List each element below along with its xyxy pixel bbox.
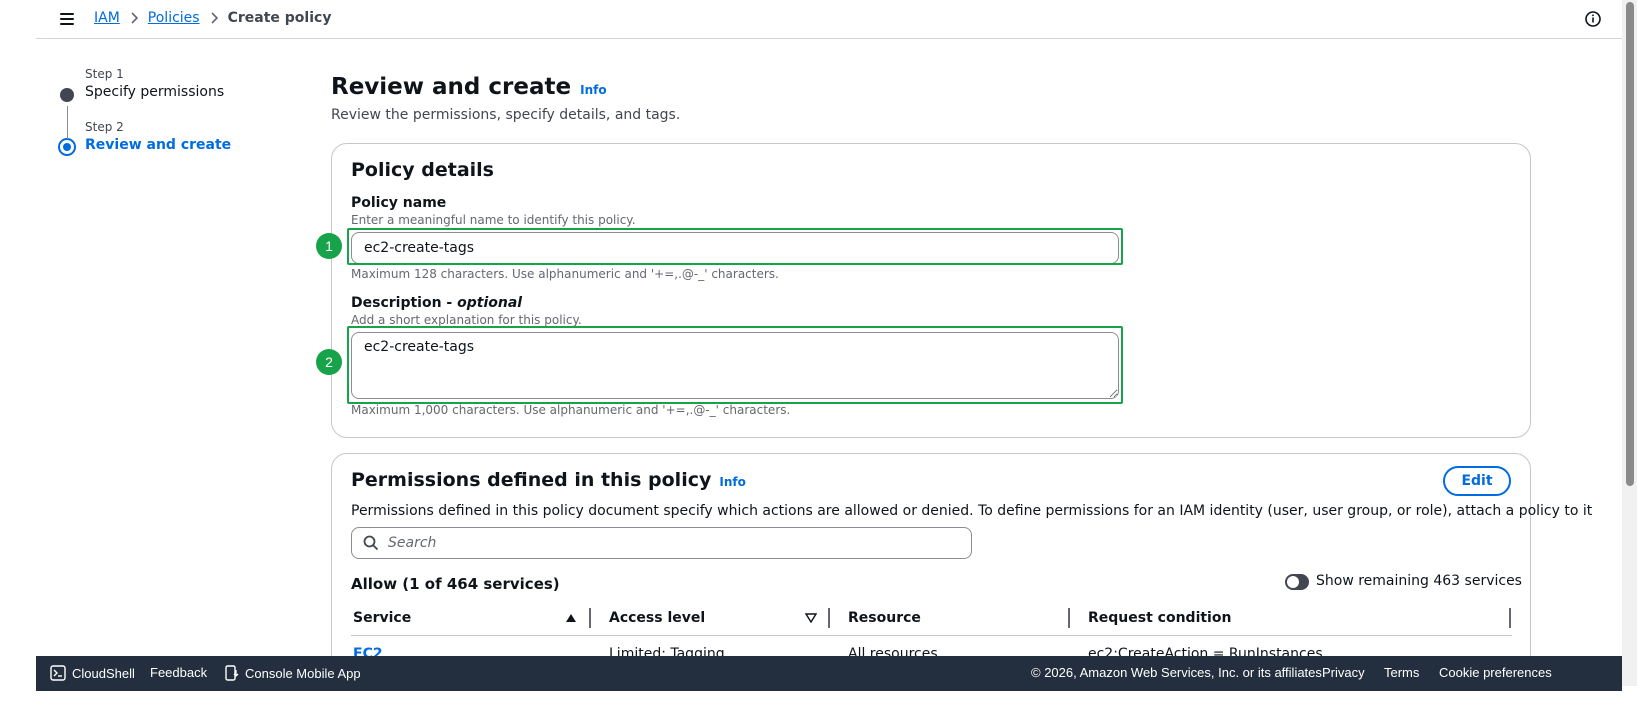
search-input[interactable]	[388, 529, 958, 557]
breadcrumb-iam[interactable]: IAM	[94, 10, 120, 26]
permissions-description: Permissions defined in this policy docum…	[351, 503, 1593, 519]
page-subtitle: Review the permissions, specify details,…	[331, 107, 681, 123]
highlight-policy-name	[347, 228, 1123, 265]
column-service[interactable]: Service	[353, 610, 411, 626]
description-help: Add a short explanation for this policy.	[351, 313, 582, 327]
copyright-text: © 2026, Amazon Web Services, Inc. or its…	[1031, 665, 1326, 680]
hamburger-menu-icon[interactable]	[58, 9, 78, 29]
cloudshell-label: CloudShell	[72, 665, 135, 681]
description-constraint: Maximum 1,000 characters. Use alphanumer…	[351, 403, 791, 417]
terms-link[interactable]: Terms	[1384, 665, 1419, 680]
highlight-description	[347, 326, 1123, 404]
column-access-level[interactable]: Access level	[609, 610, 705, 626]
console-footer: CloudShell Feedback Console Mobile App ©…	[36, 656, 1622, 691]
annotation-badge-2: 2	[316, 349, 342, 375]
step-connector	[67, 106, 68, 139]
page-title: Review and create Info	[331, 74, 1531, 100]
sort-descending-icon[interactable]	[805, 613, 817, 623]
chevron-right-icon	[120, 12, 148, 24]
step-2[interactable]: Step 2 Review and create	[58, 119, 308, 159]
show-remaining-label: Show remaining 463 services	[1316, 573, 1522, 589]
policy-name-description: Enter a meaningful name to identify this…	[351, 213, 636, 227]
permissions-info-link[interactable]: Info	[719, 475, 745, 489]
page-title-text: Review and create	[331, 74, 572, 100]
column-divider[interactable]	[589, 608, 591, 628]
column-divider[interactable]	[1509, 608, 1511, 628]
permissions-heading: Permissions defined in this policy Info	[351, 469, 746, 491]
step-2-title: Review and create	[85, 137, 232, 153]
mobile-app-link[interactable]: Console Mobile App	[225, 665, 361, 681]
scrollbar-thumb[interactable]	[1626, 2, 1634, 486]
info-circle-icon[interactable]	[1584, 10, 1602, 28]
cookie-preferences-link[interactable]: Cookie preferences	[1439, 665, 1552, 680]
show-remaining-toggle[interactable]	[1285, 574, 1309, 590]
allow-services-title: Allow (1 of 464 services)	[351, 575, 560, 593]
page-info-link[interactable]: Info	[580, 83, 606, 97]
wizard-steps: Step 1 Specify permissions Step 2 Review…	[58, 66, 308, 159]
search-box[interactable]	[351, 527, 972, 559]
cloudshell-button[interactable]: CloudShell	[50, 665, 135, 681]
description-label-text: Description -	[351, 295, 458, 311]
page-scrollbar[interactable]	[1622, 0, 1637, 686]
breadcrumb-current: Create policy	[227, 10, 332, 26]
bottom-edge	[0, 691, 1637, 721]
edit-button[interactable]: Edit	[1443, 466, 1511, 496]
description-optional-text: optional	[457, 295, 523, 311]
column-request-condition[interactable]: Request condition	[1088, 610, 1231, 626]
step-2-label: Step 2	[85, 120, 124, 134]
mobile-download-icon	[225, 665, 239, 681]
column-resource[interactable]: Resource	[848, 610, 921, 626]
step-1-dot-icon	[60, 88, 74, 102]
policy-name-constraint: Maximum 128 characters. Use alphanumeric…	[351, 267, 779, 281]
search-icon	[363, 535, 379, 551]
column-divider[interactable]	[1068, 608, 1070, 628]
step-1[interactable]: Step 1 Specify permissions	[58, 66, 308, 119]
annotation-badge-1: 1	[316, 233, 342, 259]
description-label: Description - optional	[351, 295, 522, 311]
chevron-right-icon	[200, 12, 228, 24]
permissions-table-header: Service Access level Resource Request co…	[351, 604, 1512, 636]
step-1-label: Step 1	[85, 67, 124, 81]
feedback-link[interactable]: Feedback	[150, 665, 207, 680]
breadcrumb: IAM Policies Create policy	[94, 10, 331, 26]
column-divider[interactable]	[828, 608, 830, 628]
terminal-icon	[50, 665, 66, 681]
step-1-title[interactable]: Specify permissions	[85, 82, 308, 102]
step-2-dot-icon	[58, 138, 76, 156]
privacy-link[interactable]: Privacy	[1322, 665, 1365, 680]
main-header: Review and create Info Review the permis…	[331, 74, 1531, 123]
sort-ascending-icon[interactable]	[565, 613, 577, 623]
top-bar: IAM Policies Create policy	[36, 0, 1622, 39]
left-edge	[0, 0, 36, 721]
policy-details-heading: Policy details	[351, 159, 494, 181]
mobile-app-label: Console Mobile App	[245, 665, 361, 681]
policy-name-label: Policy name	[351, 195, 447, 211]
breadcrumb-policies[interactable]: Policies	[148, 10, 200, 26]
permissions-heading-text: Permissions defined in this policy	[351, 469, 712, 491]
